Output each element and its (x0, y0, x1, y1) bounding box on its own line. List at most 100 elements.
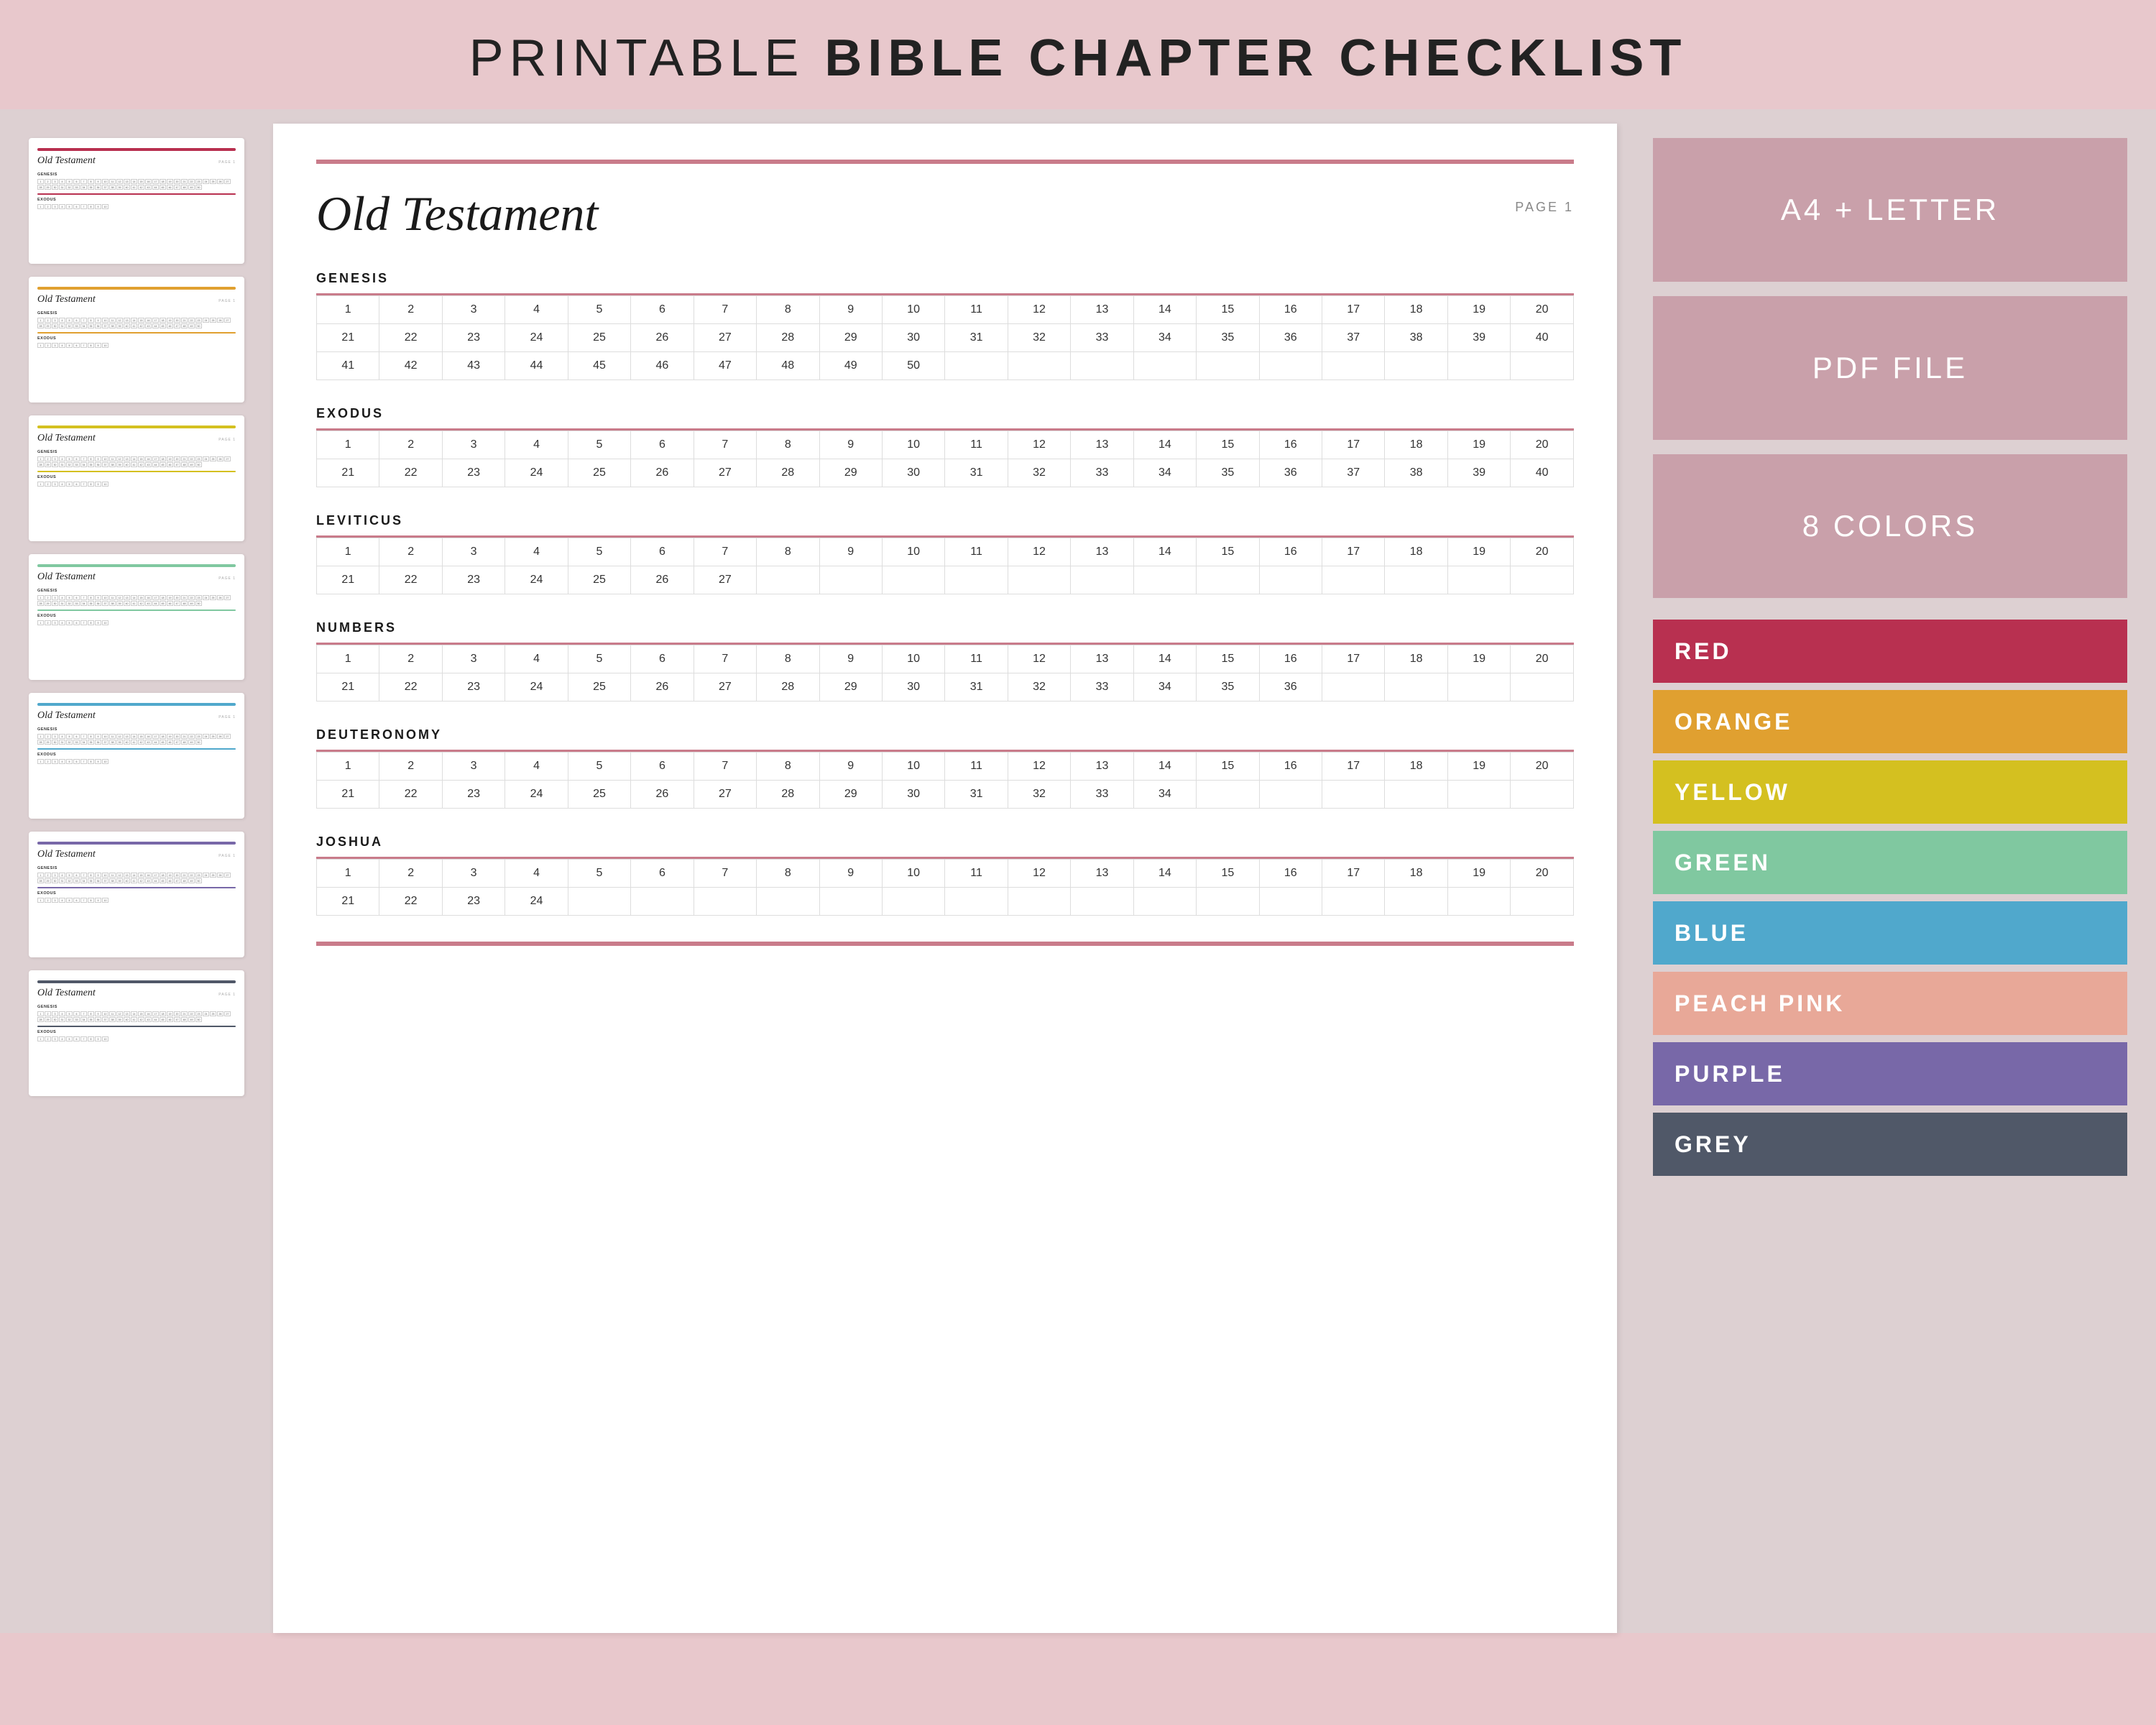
color-swatch-blue: BLUE (1653, 901, 2127, 965)
book-title: GENESIS (316, 271, 1574, 286)
chapter-cell: 41 (317, 352, 379, 380)
preview-column: Old Testament PAGE 1 GENESIS 12345678910… (273, 124, 1617, 1633)
chapter-cell: 14 (1133, 860, 1196, 888)
chapter-cell: 29 (819, 459, 882, 487)
chapter-cell: 19 (1447, 296, 1510, 324)
chapter-cell: 20 (1511, 860, 1574, 888)
chapter-cell: 15 (1197, 645, 1259, 673)
chapter-cell: 44 (505, 352, 568, 380)
chapter-cell: 25 (568, 459, 630, 487)
chapter-cell: 33 (1071, 781, 1133, 809)
chapter-cell (757, 888, 819, 916)
chapter-cell (882, 888, 944, 916)
chapter-table: 1234567891011121314151617181920212223242… (316, 431, 1574, 487)
color-swatch-label: GREY (1674, 1131, 1751, 1158)
book-section-genesis: GENESIS 12345678910111213141516171819202… (316, 271, 1574, 380)
chapter-cell: 7 (694, 431, 756, 459)
chapter-cell: 38 (1385, 459, 1447, 487)
chapter-cell (1197, 352, 1259, 380)
chapter-cell: 32 (1008, 324, 1070, 352)
chapter-cell (1385, 781, 1447, 809)
chapter-cell: 14 (1133, 431, 1196, 459)
chapter-cell: 33 (1071, 324, 1133, 352)
chapter-cell: 7 (694, 645, 756, 673)
chapter-cell: 1 (317, 645, 379, 673)
chapter-cell: 6 (631, 645, 694, 673)
chapter-cell: 37 (1322, 459, 1385, 487)
info-column: A4 + LETTER PDF FILE 8 COLORS REDORANGEY… (1639, 124, 2127, 1633)
chapter-cell: 5 (568, 860, 630, 888)
chapter-cell: 6 (631, 538, 694, 566)
page-header: PRINTABLE BIBLE CHAPTER CHECKLIST (0, 0, 2156, 109)
color-swatch-label: RED (1674, 638, 1732, 665)
chapter-cell: 10 (882, 431, 944, 459)
chapter-cell: 29 (819, 673, 882, 702)
chapter-cell: 4 (505, 860, 568, 888)
chapter-cell: 13 (1071, 645, 1133, 673)
chapter-cell (1071, 888, 1133, 916)
chapter-cell: 8 (757, 860, 819, 888)
chapter-cell (1197, 888, 1259, 916)
chapter-cell: 35 (1197, 459, 1259, 487)
chapter-cell: 4 (505, 431, 568, 459)
chapter-cell: 6 (631, 431, 694, 459)
chapter-cell: 11 (945, 753, 1008, 781)
chapter-cell: 16 (1259, 753, 1322, 781)
chapter-cell: 36 (1259, 459, 1322, 487)
chapter-cell: 5 (568, 645, 630, 673)
main-content: Old Testament PAGE 1 GENESIS 12345678910… (0, 109, 2156, 1633)
chapter-cell: 26 (631, 324, 694, 352)
chapter-cell: 17 (1322, 538, 1385, 566)
chapter-cell (1385, 352, 1447, 380)
chapter-cell: 47 (694, 352, 756, 380)
chapter-cell: 14 (1133, 753, 1196, 781)
chapter-cell: 38 (1385, 324, 1447, 352)
chapter-cell: 17 (1322, 431, 1385, 459)
chapter-cell: 8 (757, 645, 819, 673)
chapter-table: 1234567891011121314151617181920212223242… (316, 295, 1574, 380)
chapter-cell: 35 (1197, 324, 1259, 352)
chapter-cell: 11 (945, 538, 1008, 566)
chapter-cell (1008, 566, 1070, 594)
main-title: PRINTABLE BIBLE CHAPTER CHECKLIST (0, 29, 2156, 88)
chapter-cell: 2 (379, 645, 442, 673)
chapter-cell (1511, 781, 1574, 809)
chapter-cell: 3 (442, 753, 505, 781)
chapter-cell: 6 (631, 296, 694, 324)
chapter-cell (945, 352, 1008, 380)
chapter-cell: 22 (379, 324, 442, 352)
chapter-cell (1385, 888, 1447, 916)
chapter-cell: 22 (379, 566, 442, 594)
chapter-cell (1197, 566, 1259, 594)
book-section-leviticus: LEVITICUS 123456789101112131415161718192… (316, 513, 1574, 594)
chapter-cell: 1 (317, 753, 379, 781)
chapter-cell: 8 (757, 538, 819, 566)
color-swatch-label: PURPLE (1674, 1061, 1785, 1087)
thumbnail-5: Old Testament PAGE 1 GENESIS 12345678910… (29, 832, 244, 957)
chapter-cell (1259, 566, 1322, 594)
chapter-cell: 10 (882, 538, 944, 566)
chapter-cell: 26 (631, 673, 694, 702)
chapter-cell: 29 (819, 324, 882, 352)
chapter-cell: 1 (317, 431, 379, 459)
chapter-cell: 10 (882, 645, 944, 673)
chapter-cell: 6 (631, 753, 694, 781)
chapter-cell: 13 (1071, 538, 1133, 566)
preview-title-row: Old Testament PAGE 1 (316, 185, 1574, 242)
chapter-cell: 1 (317, 860, 379, 888)
chapter-cell: 14 (1133, 296, 1196, 324)
thumbnail-1: Old Testament PAGE 1 GENESIS 12345678910… (29, 277, 244, 402)
chapter-cell (1385, 566, 1447, 594)
chapter-cell: 11 (945, 645, 1008, 673)
chapter-cell (1008, 888, 1070, 916)
chapter-cell: 40 (1511, 459, 1574, 487)
chapter-cell: 8 (757, 431, 819, 459)
chapter-cell (1133, 566, 1196, 594)
chapter-cell (1071, 566, 1133, 594)
chapter-cell: 31 (945, 324, 1008, 352)
size-badge: A4 + LETTER (1653, 138, 2127, 282)
color-swatch-label: BLUE (1674, 920, 1749, 947)
chapter-cell: 17 (1322, 296, 1385, 324)
chapter-cell: 34 (1133, 324, 1196, 352)
chapter-cell (1447, 781, 1510, 809)
